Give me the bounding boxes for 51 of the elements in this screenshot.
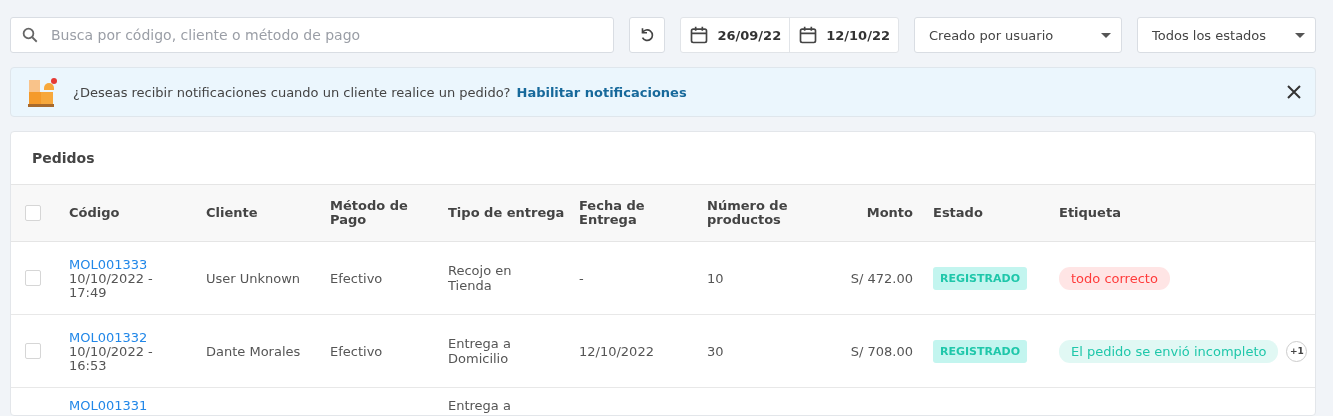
calendar-icon <box>798 25 819 45</box>
table-cell-text: 10 <box>706 270 725 286</box>
table-cell-text: User Unknown <box>205 270 302 286</box>
caret-icon <box>1101 32 1111 38</box>
order-date: 10/10/2022 - 16:53 <box>69 344 154 373</box>
close-icon <box>1287 85 1301 99</box>
banner-message: ¿Deseas recibir notificaciones cuando un cliente realice un pedido? Habilitar notificaciones <box>73 84 688 100</box>
date-button[interactable]: 26/09/22 <box>681 18 790 52</box>
tag: El pedido se envió incompleto <box>1059 339 1279 363</box>
table-cell-text: Efectivo <box>329 270 384 286</box>
column-header: Etiqueta <box>1058 206 1122 220</box>
column-header: Cliente <box>205 206 259 220</box>
status-badge: REGISTRADO <box>933 339 1027 363</box>
column-header: Número de productos <box>706 199 789 227</box>
order-date: 10/10/2022 - 17:49 <box>69 271 154 300</box>
order-code-link[interactable]: MOL001332 <box>69 329 196 345</box>
column-header: Fecha de Entrega <box>578 199 646 227</box>
search-icon <box>21 26 39 44</box>
table-cell-text: - <box>578 270 585 286</box>
column-header: Tipo de entrega <box>447 206 566 220</box>
status-badge: REGISTRADO <box>933 266 1027 290</box>
tag: todo correcto <box>1059 266 1170 290</box>
close-button[interactable] <box>1287 85 1301 99</box>
filter-dropdown[interactable]: Creado por usuario <box>914 17 1122 53</box>
filter-dropdown[interactable]: Todos los estados <box>1137 17 1316 53</box>
select-all-checkbox[interactable] <box>25 205 41 221</box>
enable-notifications-link[interactable]: Habilitar notificaciones <box>516 84 687 100</box>
refresh-button[interactable] <box>629 17 666 53</box>
table-cell-text: Recojo en Tienda <box>447 263 513 293</box>
caret-icon <box>1295 32 1305 38</box>
table-cell-text: S/ 472.00 <box>849 270 914 286</box>
boxes-bell-icon <box>27 76 57 108</box>
search-field[interactable]: Busca por código, cliente o método de pago <box>10 17 615 53</box>
row-checkbox[interactable] <box>25 343 41 359</box>
card-title: Pedidos <box>31 149 96 168</box>
table-cell-text: 12/10/2022 <box>578 343 655 359</box>
column-header: Estado <box>932 206 984 220</box>
table-cell-text: 30 <box>706 343 725 359</box>
column-header: Método de Pago <box>329 199 409 227</box>
order-code-link[interactable]: MOL001331 <box>69 398 196 413</box>
calendar-icon <box>689 25 710 45</box>
order-code-link[interactable]: MOL001333 <box>69 256 196 272</box>
table-cell-text: Efectivo <box>329 343 384 359</box>
column-header: Código <box>68 206 121 220</box>
table-cell-text: Entrega a Domicilio <box>447 336 512 366</box>
date-button[interactable]: 12/10/22 <box>789 18 898 52</box>
table-cell-text: Entrega a <box>447 398 512 413</box>
row-checkbox[interactable] <box>25 270 41 286</box>
table-cell-text: Dante Morales <box>205 343 302 359</box>
column-header: Monto <box>865 206 914 220</box>
table-cell-text: S/ 708.00 <box>849 343 914 359</box>
